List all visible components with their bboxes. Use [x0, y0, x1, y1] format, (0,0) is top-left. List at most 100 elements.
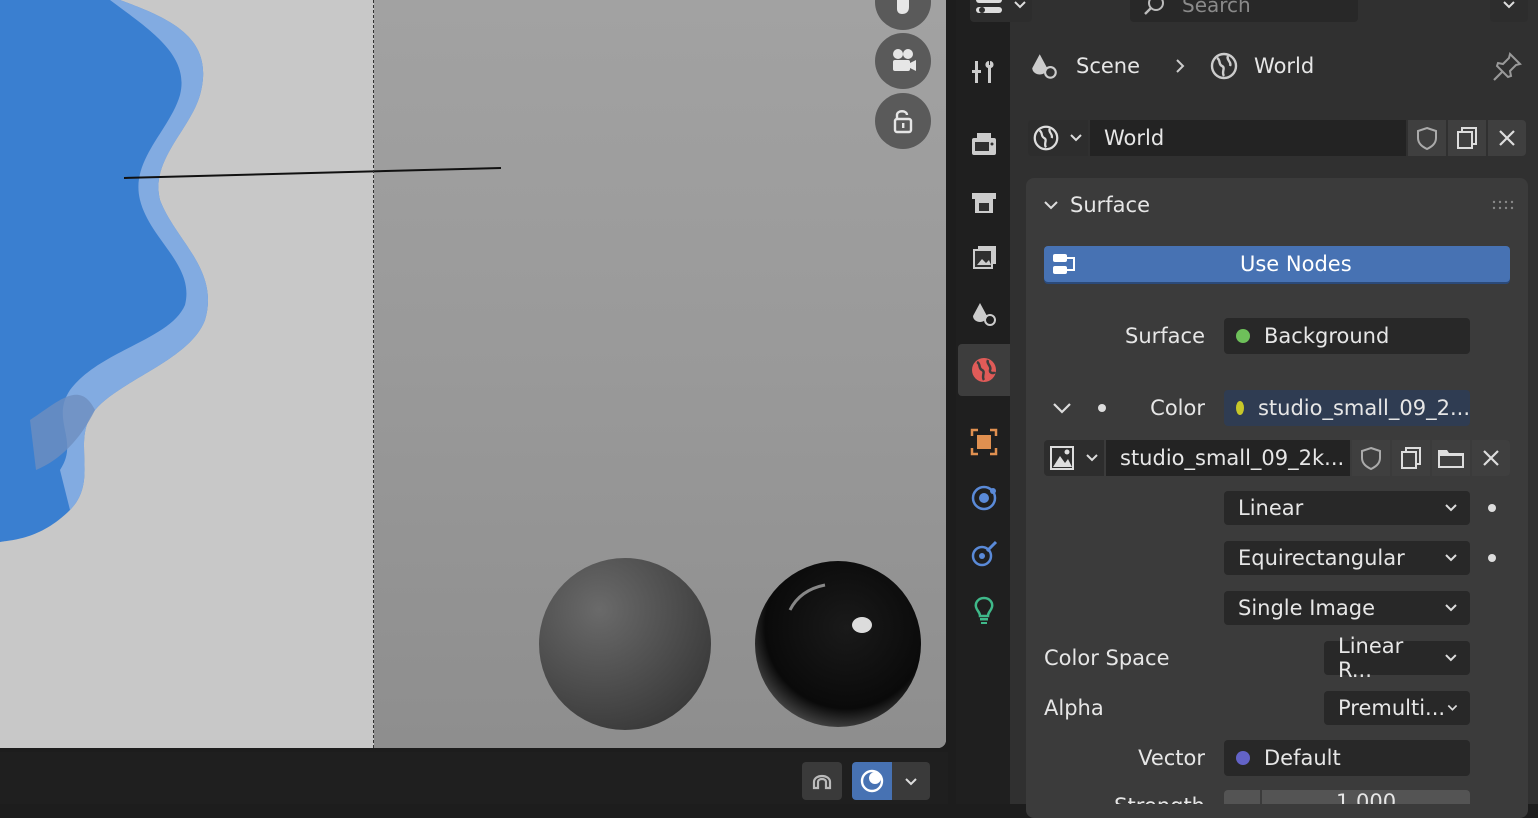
drag-handle-icon[interactable] — [1492, 196, 1516, 210]
search-input[interactable]: Search — [1130, 0, 1358, 22]
color-space-dropdown[interactable]: Linear R... — [1324, 634, 1470, 682]
keyframe-dot-icon[interactable] — [1488, 554, 1496, 562]
world-tab-icon[interactable] — [966, 352, 1002, 388]
projection-value: Equirectangular — [1238, 546, 1405, 570]
interpolation-value: Linear — [1238, 496, 1304, 520]
chevron-right-icon — [1176, 59, 1185, 73]
use-nodes-button[interactable]: Use Nodes — [1044, 246, 1510, 282]
breadcrumb-world: World — [1254, 54, 1315, 78]
surface-label: Surface — [1124, 324, 1205, 348]
fake-user-shield-icon[interactable] — [1408, 120, 1446, 156]
strength-field[interactable]: 1.000 — [1262, 790, 1470, 804]
chevron-down-icon — [1013, 1, 1026, 9]
output-tab-icon[interactable] — [966, 184, 1002, 220]
collapse-chevron-icon — [1044, 201, 1058, 210]
duplicate-icon[interactable] — [1448, 120, 1486, 156]
alpha-mode-value: Premulti... — [1338, 696, 1446, 720]
camera-frame-border — [373, 0, 374, 748]
chevron-down-icon — [1445, 504, 1457, 512]
strength-row-clip: Strength 1.000 — [1010, 790, 1538, 804]
properties-tab-bar — [956, 0, 1010, 804]
chevron-down-icon — [1445, 554, 1457, 562]
link-dot-icon — [1098, 404, 1106, 412]
image-name-field[interactable]: studio_small_09_2k... — [1106, 440, 1350, 476]
scene-tab-icon[interactable] — [966, 296, 1002, 332]
vector-input-selector[interactable]: Default — [1224, 740, 1470, 776]
properties-editor-icon — [975, 0, 1002, 13]
duplicate-icon[interactable] — [1392, 440, 1430, 476]
data-light-tab-icon[interactable] — [966, 592, 1002, 628]
chevron-down-icon — [1445, 604, 1457, 612]
image-name-text: studio_small_09_2k... — [1120, 446, 1345, 470]
edge-line — [123, 167, 502, 179]
strength-socket[interactable] — [1224, 790, 1260, 804]
color-input-selector[interactable]: studio_small_09_2... — [1224, 390, 1470, 426]
3d-viewport[interactable] — [0, 0, 946, 748]
chevron-down-icon — [1085, 454, 1098, 462]
vector-label: Vector — [1138, 746, 1205, 770]
image-browse-button[interactable] — [1044, 440, 1104, 476]
interpolation-dropdown[interactable]: Linear — [1224, 491, 1470, 525]
shader-socket-dot — [1236, 329, 1250, 343]
overlay-toggle-icon[interactable] — [852, 762, 892, 800]
object-tab-icon[interactable] — [966, 424, 1002, 460]
editor-type-selector[interactable] — [970, 0, 1032, 22]
search-icon — [1144, 0, 1164, 15]
snap-magnet-icon[interactable] — [802, 762, 842, 800]
overlay-options-chevron-icon[interactable] — [892, 762, 930, 800]
pin-icon[interactable] — [1490, 50, 1524, 84]
fake-user-shield-icon[interactable] — [1352, 440, 1390, 476]
alpha-label: Alpha — [1044, 696, 1104, 720]
chevron-down-icon — [1503, 1, 1515, 9]
surface-shader-value: Background — [1264, 324, 1390, 348]
breadcrumb-scene: Scene — [1076, 54, 1141, 78]
strength-value: 1.000 — [1335, 790, 1397, 804]
chrome-sphere — [755, 561, 921, 727]
node-tree-icon — [1053, 254, 1075, 274]
unlink-close-icon[interactable] — [1488, 120, 1526, 156]
alpha-mode-dropdown[interactable]: Premulti... — [1324, 691, 1470, 725]
chevron-down-icon — [1447, 704, 1458, 711]
open-folder-icon[interactable] — [1432, 440, 1470, 476]
view-layer-tab-icon[interactable] — [966, 240, 1002, 276]
constraints-tab-icon[interactable] — [966, 536, 1002, 572]
vector-socket-dot — [1236, 751, 1250, 765]
projection-dropdown[interactable]: Equirectangular — [1224, 541, 1470, 575]
expand-chevron-icon[interactable] — [1050, 396, 1074, 420]
color-label: Color — [1150, 396, 1205, 420]
viewport-scene — [0, 0, 921, 730]
vector-input-value: Default — [1264, 746, 1341, 770]
use-nodes-label: Use Nodes — [1240, 252, 1352, 276]
scene-icon — [1032, 54, 1057, 79]
tool-tab-icon[interactable] — [966, 54, 1002, 90]
search-placeholder: Search — [1182, 0, 1251, 17]
matte-sphere — [539, 558, 711, 730]
unlink-close-icon[interactable] — [1472, 440, 1510, 476]
image-source-value: Single Image — [1238, 596, 1376, 620]
lock-icon[interactable] — [875, 93, 931, 149]
color-space-value: Linear R... — [1338, 634, 1404, 682]
color-space-label: Color Space — [1044, 646, 1170, 670]
render-tab-icon[interactable] — [966, 126, 1002, 162]
world-name-field[interactable]: World — [1090, 120, 1406, 156]
strength-label: Strength — [1114, 794, 1205, 804]
chevron-down-icon — [1445, 654, 1457, 662]
image-source-dropdown[interactable]: Single Image — [1224, 591, 1470, 625]
surface-panel-header[interactable]: Surface — [1042, 190, 1150, 220]
world-name-text: World — [1104, 126, 1165, 150]
breadcrumb: Scene World — [1028, 48, 1314, 84]
world-icon — [1033, 125, 1059, 151]
camera-view-icon[interactable] — [875, 33, 931, 89]
image-icon — [1049, 446, 1074, 470]
keyframe-dot-icon[interactable] — [1488, 504, 1496, 512]
chevron-down-icon — [1070, 134, 1082, 142]
physics-tab-icon[interactable] — [966, 480, 1002, 516]
color-socket-dot — [1236, 401, 1244, 415]
surface-panel-title: Surface — [1070, 193, 1151, 217]
surface-shader-selector[interactable]: Background — [1224, 318, 1470, 354]
color-input-value: studio_small_09_2... — [1257, 396, 1470, 420]
options-dropdown[interactable] — [1490, 0, 1528, 22]
blue-object — [0, 0, 209, 542]
world-icon — [1210, 52, 1238, 80]
world-browse-button[interactable] — [1028, 120, 1088, 156]
